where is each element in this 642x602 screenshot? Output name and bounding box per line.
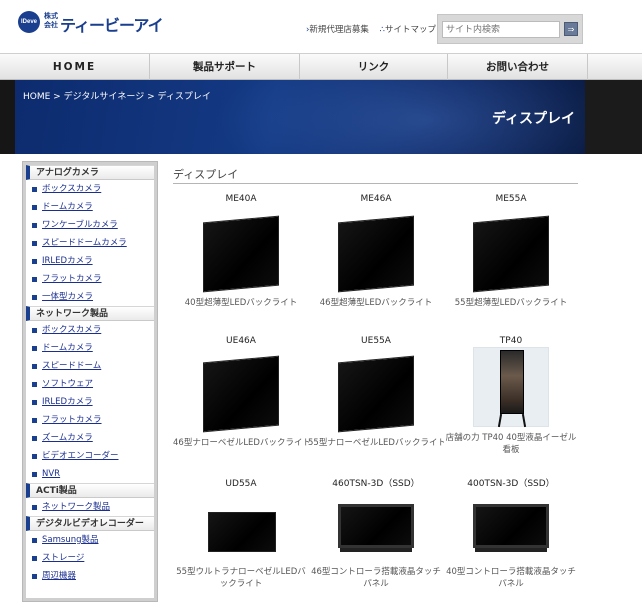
product-card[interactable]: 460TSN-3D（SSD） 46型コントローラ搭載液晶タッチパネル: [308, 478, 444, 590]
top-links: ›新規代理店募集 ∴サイトマップ: [306, 23, 444, 35]
main-nav: HOME 製品サポート リンク お問い合わせ: [0, 53, 642, 81]
nav-home[interactable]: HOME: [0, 54, 150, 81]
sidebar-heading-network[interactable]: ネットワーク製品: [26, 306, 154, 321]
product-image[interactable]: [471, 205, 551, 293]
product-card[interactable]: ME46A 46型超薄型LEDバックライト: [308, 193, 444, 309]
breadcrumb[interactable]: HOME > デジタルサイネージ > ディスプレイ: [23, 89, 211, 102]
product-name[interactable]: ME40A: [173, 193, 309, 205]
product-card[interactable]: 400TSN-3D（SSD） 40型コントローラ搭載液晶タッチパネル: [443, 478, 579, 590]
sidebar-item[interactable]: スピードドーム: [26, 357, 154, 375]
section-divider: [173, 183, 578, 184]
sidebar-item[interactable]: ドームカメラ: [26, 339, 154, 357]
sidebar-item[interactable]: スピードドームカメラ: [26, 234, 154, 252]
product-desc: 46型ナローベゼルLEDバックライト: [173, 438, 309, 448]
product-name[interactable]: ME46A: [308, 193, 444, 205]
sidebar-item[interactable]: Samsung製品: [26, 531, 154, 549]
page-banner: HOME > デジタルサイネージ > ディスプレイ ディスプレイ: [15, 80, 585, 154]
sidebar-item[interactable]: ボックスカメラ: [26, 180, 154, 198]
sidebar-item[interactable]: ワンケーブルカメラ: [26, 216, 154, 234]
product-name[interactable]: ME55A: [443, 193, 579, 205]
sitemap-link[interactable]: サイトマップ: [385, 25, 436, 35]
product-card[interactable]: UE46A 46型ナローベゼルLEDバックライト: [173, 335, 309, 449]
sidebar-item[interactable]: 一体型カメラ: [26, 288, 154, 306]
product-name[interactable]: 460TSN-3D（SSD）: [308, 478, 444, 490]
sidebar-item[interactable]: IRLEDカメラ: [26, 393, 154, 411]
page-title: ディスプレイ: [491, 111, 575, 127]
sidebar-item[interactable]: 周辺機器: [26, 567, 154, 585]
nav-links[interactable]: リンク: [300, 54, 448, 81]
sidebar-item[interactable]: フラットカメラ: [26, 270, 154, 288]
banner-left-shade: [0, 80, 15, 154]
sidebar-heading-analog[interactable]: アナログカメラ: [26, 165, 154, 180]
product-image[interactable]: [336, 490, 416, 558]
product-desc: 55型ナローベゼルLEDバックライト: [308, 438, 444, 448]
product-name[interactable]: UE55A: [308, 335, 444, 347]
product-desc: 46型コントローラ搭載液晶タッチパネル: [311, 567, 441, 589]
sidebar-item[interactable]: ソフトウェア: [26, 375, 154, 393]
new-agency-link[interactable]: 新規代理店募集: [309, 25, 369, 35]
sidebar: アナログカメラ ボックスカメラ ドームカメラ ワンケーブルカメラ スピードドーム…: [22, 161, 158, 602]
sidebar-item[interactable]: ネットワーク製品: [26, 498, 154, 516]
sidebar-item[interactable]: IRLEDカメラ: [26, 252, 154, 270]
section-title: ディスプレイ: [173, 168, 239, 181]
banner-right-shade: [585, 80, 642, 154]
company-logo[interactable]: IDeve 株式 会社 ティービーアイ: [18, 9, 164, 35]
product-image[interactable]: [473, 347, 549, 428]
sidebar-menu: アナログカメラ ボックスカメラ ドームカメラ ワンケーブルカメラ スピードドーム…: [26, 165, 154, 598]
sidebar-heading-acti[interactable]: ACTi製品: [26, 483, 154, 498]
product-image[interactable]: [336, 205, 416, 293]
product-card[interactable]: ME55A 55型超薄型LEDバックライト: [443, 193, 579, 309]
search-input[interactable]: [442, 21, 560, 38]
product-card[interactable]: UE55A 55型ナローベゼルLEDバックライト: [308, 335, 444, 449]
product-name[interactable]: TP40: [443, 335, 579, 347]
search-button[interactable]: ⇒: [564, 22, 578, 36]
logo-name: ティービーアイ: [60, 16, 164, 35]
product-card[interactable]: ME40A 40型超薄型LEDバックライト: [173, 193, 309, 309]
product-name[interactable]: 400TSN-3D（SSD）: [443, 478, 579, 490]
product-desc: 店舗の力 TP40 40型液晶イーゼル看板: [445, 433, 577, 455]
product-card[interactable]: UD55A 55型ウルトラナローベゼルLEDバックライト: [173, 478, 309, 590]
logo-kaisha: 株式 会社: [44, 12, 58, 29]
sidebar-item[interactable]: NVR: [26, 465, 154, 483]
logo-mark: IDeve: [18, 11, 40, 33]
product-desc: 40型超薄型LEDバックライト: [184, 298, 298, 308]
sidebar-item[interactable]: ストレージ: [26, 549, 154, 567]
nav-support[interactable]: 製品サポート: [150, 54, 300, 81]
product-image[interactable]: [471, 490, 551, 558]
sidebar-item[interactable]: ビデオエンコーダー: [26, 447, 154, 465]
product-desc: 55型ウルトラナローベゼルLEDバックライト: [176, 567, 306, 589]
product-desc: 40型コントローラ搭載液晶タッチパネル: [446, 567, 576, 589]
product-card[interactable]: TP40 店舗の力 TP40 40型液晶イーゼル看板: [443, 335, 579, 456]
sidebar-heading-dvr[interactable]: デジタルビデオレコーダー: [26, 516, 154, 531]
product-desc: 46型超薄型LEDバックライト: [319, 298, 433, 308]
sidebar-item[interactable]: ボックスカメラ: [26, 321, 154, 339]
product-image[interactable]: [336, 347, 416, 433]
sidebar-item[interactable]: フラットカメラ: [26, 411, 154, 429]
product-image[interactable]: [201, 490, 281, 558]
sidebar-item[interactable]: ズームカメラ: [26, 429, 154, 447]
product-image[interactable]: [201, 347, 281, 433]
product-name[interactable]: UD55A: [173, 478, 309, 490]
product-desc: 55型超薄型LEDバックライト: [454, 298, 568, 308]
nav-contact[interactable]: お問い合わせ: [448, 54, 588, 81]
product-name[interactable]: UE46A: [173, 335, 309, 347]
product-image[interactable]: [201, 205, 281, 293]
sidebar-item[interactable]: ドームカメラ: [26, 198, 154, 216]
search-box: ⇒: [437, 14, 583, 44]
